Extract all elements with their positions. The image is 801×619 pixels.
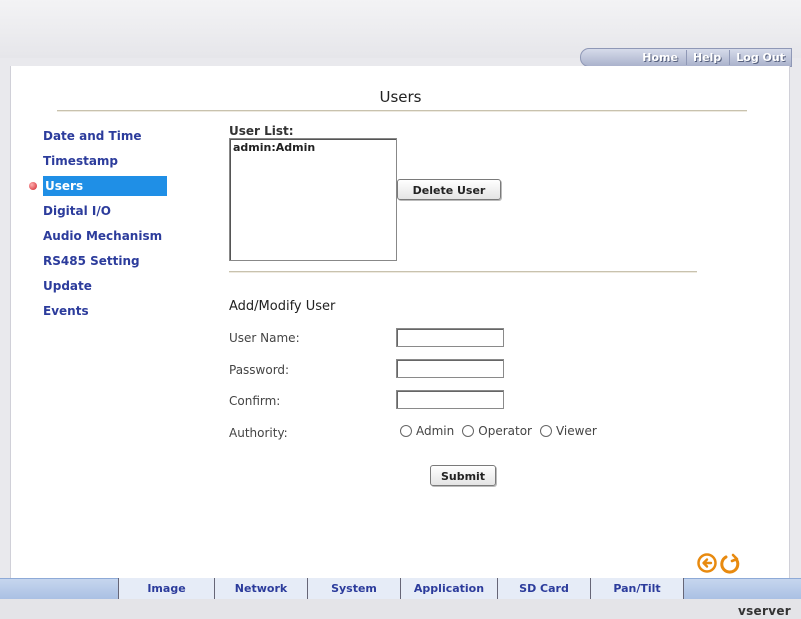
sidebar-item-label: Digital I/O — [43, 204, 111, 218]
authority-label: Authority: — [229, 426, 288, 440]
radio-button[interactable] — [539, 425, 552, 437]
bottom-tabs: Image Network System Application SD Card… — [118, 578, 684, 599]
password-label: Password: — [229, 363, 290, 377]
sidebar-item-date-and-time[interactable]: Date and Time — [41, 126, 181, 151]
authority-radio-group: Admin Operator Viewer — [400, 424, 597, 438]
radio-label: Admin — [416, 424, 455, 438]
sidebar-item-users[interactable]: Users — [29, 176, 181, 201]
add-modify-user-heading: Add/Modify User — [229, 299, 336, 314]
delete-user-button[interactable]: Delete User — [397, 179, 501, 200]
tab-application[interactable]: Application — [400, 578, 497, 599]
sidebar-item-label: Audio Mechanism — [43, 229, 163, 243]
sidebar-item-events[interactable]: Events — [41, 301, 181, 326]
confirm-password-field[interactable] — [396, 390, 504, 409]
title-divider — [57, 110, 747, 112]
authority-operator-radio[interactable]: Operator — [462, 424, 532, 438]
tab-sd-card[interactable]: SD Card — [497, 578, 590, 599]
list-item[interactable]: admin:Admin — [230, 139, 396, 156]
refresh-icon[interactable] — [719, 553, 741, 575]
radio-label: Viewer — [555, 424, 597, 438]
user-list-label: User List: — [229, 124, 294, 138]
authority-viewer-radio[interactable]: Viewer — [539, 424, 597, 438]
sidebar-item-audio-mechanism[interactable]: Audio Mechanism — [41, 226, 181, 251]
sidebar-item-rs485-setting[interactable]: RS485 Setting — [41, 251, 181, 276]
sidebar-item-digital-io[interactable]: Digital I/O — [41, 201, 181, 226]
logout-link[interactable]: Log Out — [729, 50, 791, 65]
username-label: User Name: — [229, 331, 300, 345]
sidebar-item-label: Timestamp — [43, 154, 119, 168]
sidebar-item-label: Events — [43, 304, 89, 318]
sidebar-item-timestamp[interactable]: Timestamp — [41, 151, 181, 176]
navigation-icons — [697, 553, 741, 575]
submit-button[interactable]: Submit — [430, 465, 496, 486]
authority-admin-radio[interactable]: Admin — [400, 424, 454, 438]
sidebar-item-label: Date and Time — [43, 129, 142, 143]
username-field[interactable] — [396, 328, 504, 347]
section-divider — [229, 271, 697, 273]
tab-pan-tilt[interactable]: Pan/Tilt — [590, 578, 684, 599]
confirm-label: Confirm: — [229, 394, 281, 408]
active-bullet-icon — [29, 182, 37, 190]
page-title: Users — [379, 88, 422, 106]
sidebar-item-label: Update — [43, 279, 92, 293]
user-listbox[interactable]: admin:Admin — [229, 138, 397, 261]
password-field[interactable] — [396, 359, 504, 378]
tab-image[interactable]: Image — [118, 578, 214, 599]
tab-network[interactable]: Network — [214, 578, 307, 599]
radio-button[interactable] — [400, 425, 412, 437]
radio-label: Operator — [478, 424, 532, 438]
sidebar-menu: Date and Time Timestamp Users Digital I/… — [29, 126, 181, 326]
home-link[interactable]: Home — [636, 50, 684, 65]
tab-system[interactable]: System — [307, 578, 400, 599]
top-navigation: Home Help Log Out — [580, 48, 792, 67]
sidebar-item-label: RS485 Setting — [43, 254, 140, 268]
sidebar-item-update[interactable]: Update — [41, 276, 181, 301]
footer — [0, 599, 801, 619]
brand-logo: vserver — [737, 604, 791, 618]
radio-button[interactable] — [462, 425, 475, 437]
sidebar-item-label: Users — [43, 176, 167, 196]
help-link[interactable]: Help — [685, 50, 727, 65]
back-arrow-icon[interactable] — [697, 553, 717, 573]
